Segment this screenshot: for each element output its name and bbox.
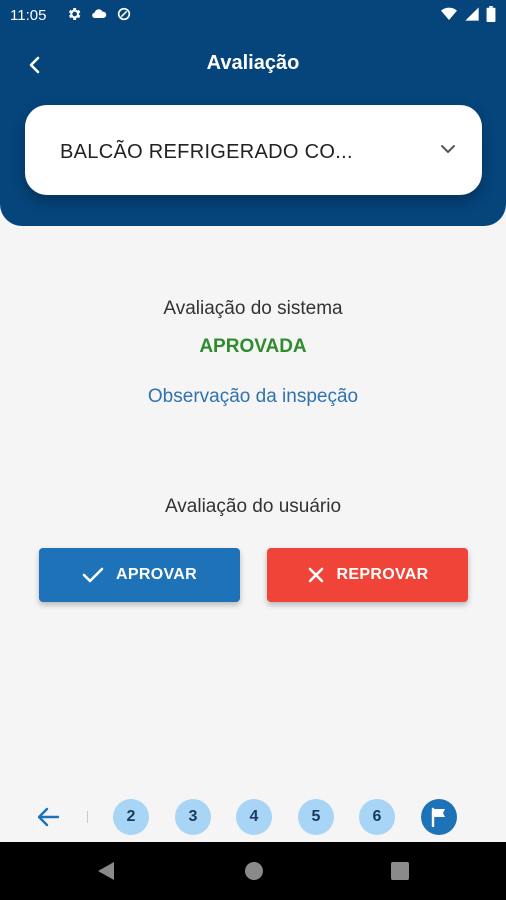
nav-recents-icon[interactable] [390,860,410,882]
app-header: 11:05 Avaliação BALCÃO REFRIGERADO CO... [0,0,506,226]
equipment-select-value: BALCÃO REFRIGERADO CO... [60,141,353,163]
inspection-observation-link[interactable]: Observação da inspeção [0,386,506,408]
reject-button[interactable]: REPROVAR [267,548,468,602]
status-bar: 11:05 [0,0,506,32]
signal-icon [465,7,479,21]
equipment-select[interactable]: BALCÃO REFRIGERADO CO... [25,105,482,195]
status-time: 11:05 [10,7,47,24]
page-step-final[interactable] [421,799,457,835]
system-nav-bar [0,842,506,900]
approve-button-label: APROVAR [116,566,197,583]
page-step-4[interactable]: 4 [236,799,272,835]
data-saver-icon [117,7,131,21]
arrow-left-icon [37,807,60,827]
page-step-3[interactable]: 3 [175,799,211,835]
reject-button-label: REPROVAR [336,566,429,583]
step-pager: 2 3 4 5 6 [0,798,506,838]
user-evaluation-label: Avaliação do usuário [164,496,342,517]
chevron-down-icon [441,145,455,153]
nav-back-icon[interactable] [96,860,116,882]
gear-icon [68,8,81,20]
page-step-2[interactable]: 2 [113,799,149,835]
close-icon [308,567,323,583]
pager-divider [87,811,88,823]
system-evaluation-status: APROVADA [199,336,307,357]
cloud-icon [92,9,107,19]
nav-home-icon[interactable] [244,860,264,882]
page-title: Avaliação [206,52,300,74]
wifi-icon [441,7,457,20]
pager-back-button[interactable] [36,806,60,833]
battery-icon [486,6,496,22]
system-evaluation-label: Avaliação do sistema [163,298,343,319]
approve-button[interactable]: APROVAR [39,548,240,602]
page-step-6[interactable]: 6 [359,799,395,835]
flag-icon [431,807,445,827]
check-icon [82,567,104,583]
page-step-5[interactable]: 5 [298,799,334,835]
